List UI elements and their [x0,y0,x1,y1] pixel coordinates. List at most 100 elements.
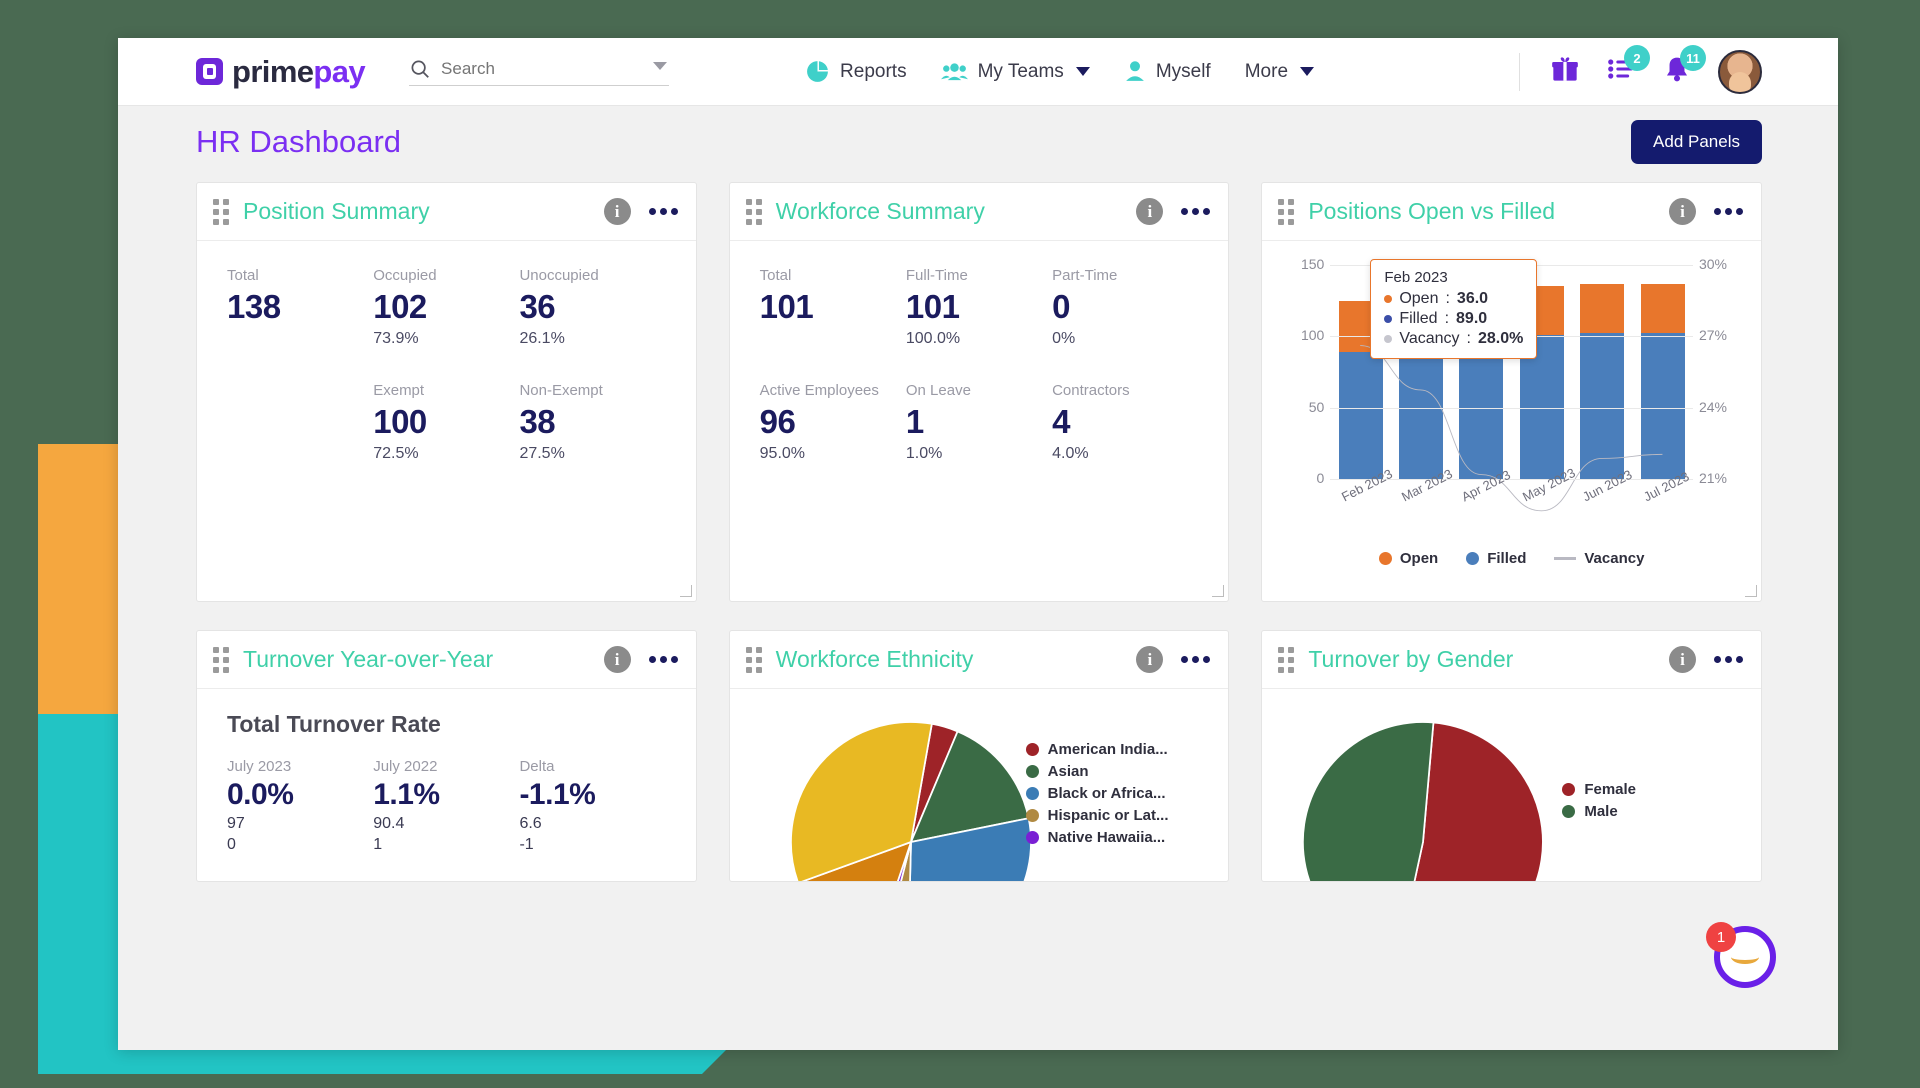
resize-handle[interactable] [1212,585,1225,597]
search-input[interactable] [441,58,617,79]
resize-handle[interactable] [679,585,692,597]
turnover-label: Delta [519,758,555,775]
card-workforce-summary: Workforce Summary i Total 101 Full-Time … [728,182,1230,602]
legend-label-open: Open [1399,550,1439,567]
chat-widget-button[interactable]: 1 [1706,922,1776,988]
card-menu-icon[interactable] [1181,656,1211,663]
gender-pie-chart[interactable] [1298,717,1548,882]
page-header: HR Dashboard Add Panels [118,106,1838,178]
turnover-columns: July 2023 0.0% 97 0 July 2022 1.1% 90.4 … [227,758,666,854]
metric-cell: Part-Time 0 0% [1052,267,1198,348]
y-axis-tick-right: 21% [1698,470,1728,486]
card-menu-icon[interactable] [1713,208,1743,215]
legend-item[interactable]: Hispanic or Lat... [1025,807,1169,824]
legend-item[interactable]: Female [1562,781,1636,798]
legend-label: Male [1584,803,1618,820]
info-icon[interactable]: i [1136,198,1164,225]
legend-item-vacancy[interactable]: Vacancy [1554,550,1644,567]
drag-handle-icon[interactable] [213,198,229,225]
drag-handle-icon[interactable] [745,646,762,673]
metric-sub: 95.0% [759,445,806,462]
y-axis-tick-left: 150 [1300,256,1325,272]
drag-handle-icon[interactable] [1278,198,1295,225]
nav-label-reports: Reports [840,60,907,82]
notifications-button[interactable]: 11 [1662,45,1706,88]
drag-handle-icon[interactable] [1278,646,1295,673]
card-header: Position Summary i [197,183,696,241]
metric-value: 36 [519,288,556,325]
metric-value: 96 [759,403,796,440]
add-panels-button[interactable]: Add Panels [1631,120,1762,164]
nav-item-my-teams[interactable]: My Teams [940,59,1090,84]
card-turnover-yoy: Turnover Year-over-Year i Total Turnover… [196,630,697,882]
page-title: HR Dashboard [196,124,402,159]
card-menu-icon[interactable] [648,656,678,663]
notifications-badge: 11 [1680,45,1706,71]
metric-label: Non-Exempt [519,382,603,399]
card-actions: i [603,198,678,225]
info-icon[interactable]: i [1136,646,1164,673]
nav-item-reports[interactable]: Reports [805,59,907,84]
tooltip-value-filled: 89.0 [1456,310,1488,327]
legend-label: Hispanic or Lat... [1047,807,1169,824]
info-icon[interactable]: i [1668,198,1696,225]
info-icon[interactable]: i [603,646,631,673]
bar-segment-open [1640,283,1685,334]
legend-item[interactable]: American India... [1025,741,1169,758]
metric-cell: Active Employees 96 95.0% [760,382,906,463]
user-avatar[interactable] [1718,49,1762,94]
turnover-value: 1.1% [373,778,440,811]
nav-item-myself[interactable]: Myself [1124,59,1211,84]
y-axis-tick-right: 27% [1698,327,1728,344]
metric-label: Occupied [373,267,437,284]
logo-mark-icon [196,58,223,85]
legend-swatch [1025,831,1039,844]
app-header: primepay Reports [118,38,1838,106]
gift-button[interactable] [1550,55,1580,88]
legend-item[interactable]: Native Hawaiia... [1025,829,1169,846]
primepay-logo[interactable]: primepay [196,54,366,90]
card-actions: i [1668,646,1743,673]
card-positions-open-vs-filled: Positions Open vs Filled i 0 21% 50 24% 100 2… [1261,182,1762,602]
bar-column[interactable] [1640,265,1685,479]
metric-sub: 72.5% [373,445,419,462]
card-menu-icon[interactable] [648,208,678,215]
legend-item-filled[interactable]: Filled [1466,550,1526,567]
metric-sub: 1.0% [905,445,943,462]
drag-handle-icon[interactable] [213,646,229,673]
search-box[interactable] [409,58,670,86]
nav-label-myself: Myself [1155,60,1211,82]
resize-handle[interactable] [1744,585,1757,597]
metric-value: 102 [373,288,427,325]
tasks-button[interactable]: 2 [1606,45,1650,88]
search-dropdown-caret-icon[interactable] [653,61,668,70]
info-icon[interactable]: i [1668,646,1696,673]
metric-value: 4 [1052,403,1070,440]
nav-item-more[interactable]: More [1245,61,1315,83]
card-menu-icon[interactable] [1713,656,1743,663]
legend-item[interactable]: Male [1562,803,1636,820]
card-menu-icon[interactable] [1181,208,1211,215]
metric-label: On Leave [905,382,971,399]
chevron-down-icon[interactable] [1075,67,1090,76]
metric-value: 101 [905,288,960,325]
legend-item[interactable]: Black or Africa... [1025,785,1169,802]
drag-handle-icon[interactable] [745,198,762,225]
ethnicity-pie-chart[interactable] [786,717,1036,882]
legend-item[interactable]: Asian [1025,763,1169,780]
nav-label-my-teams: My Teams [977,60,1064,82]
legend-swatch-open [1378,552,1392,565]
turnover-row1: 97 [227,815,245,832]
bar-column[interactable] [1580,265,1625,479]
tooltip-label-filled: Filled [1399,310,1438,327]
legend-label-vacancy: Vacancy [1584,550,1645,567]
gender-legend: Female Male [1562,781,1636,825]
metric-value: 1 [905,403,924,440]
chevron-down-icon[interactable] [1300,67,1315,76]
legend-item-open[interactable]: Open [1378,550,1439,567]
info-icon[interactable]: i [603,198,631,225]
tooltip-value-open: 36.0 [1456,290,1489,307]
card-header: Turnover by Gender i [1262,631,1761,689]
pie-slice[interactable] [1302,721,1435,882]
legend-swatch [1025,787,1039,800]
